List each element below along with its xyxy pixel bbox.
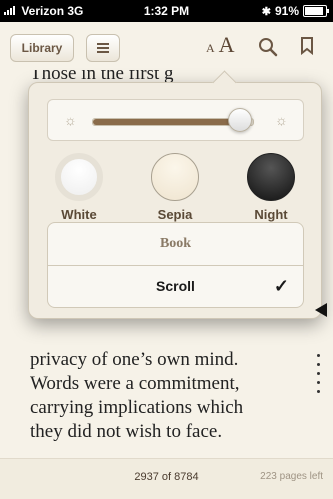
- theme-sepia-label: Sepia: [157, 207, 193, 222]
- book-text: privacy of one’s own mind. Words were a …: [30, 348, 243, 444]
- theme-white-swatch: [55, 153, 103, 201]
- theme-picker: White Sepia Night: [39, 153, 311, 222]
- battery-icon: [303, 5, 329, 17]
- brightness-slider-knob[interactable]: [228, 108, 253, 132]
- brightness-low-icon: ☼: [64, 112, 77, 128]
- search-icon[interactable]: [258, 37, 278, 57]
- status-bar: Verizon 3G 1:32 PM ✱ 91%: [0, 0, 333, 22]
- checkmark-icon: ✓: [273, 275, 289, 296]
- library-button[interactable]: Library: [10, 34, 74, 62]
- scroll-mode-option[interactable]: Scroll ✓: [48, 265, 303, 307]
- font-size-small-icon: A: [206, 41, 215, 55]
- book-mode-option[interactable]: Book: [48, 223, 303, 266]
- appearance-popover: ☼ ☼ White Sepia Night Book Scroll ✓: [28, 70, 322, 319]
- brightness-control: ☼ ☼: [47, 99, 304, 141]
- table-of-contents-button[interactable]: [86, 34, 120, 62]
- library-label: Library: [21, 41, 63, 55]
- pointer-arrow-icon: [315, 303, 327, 317]
- bookmark-icon[interactable]: [300, 37, 314, 55]
- theme-night[interactable]: Night: [231, 153, 311, 222]
- book-line: privacy of one’s own mind.: [30, 349, 239, 370]
- brightness-high-icon: ☼: [275, 112, 288, 128]
- brightness-fill: [93, 119, 241, 125]
- list-icon: [97, 43, 109, 53]
- font-settings-button[interactable]: A A: [206, 32, 235, 58]
- book-line: Words were a commitment,: [30, 373, 240, 394]
- book-line: carrying implications which: [30, 397, 244, 418]
- book-line: they did not wish to face.: [30, 421, 223, 442]
- scroll-indicator[interactable]: [317, 348, 323, 399]
- theme-white[interactable]: White: [39, 153, 119, 222]
- reading-mode-selector: Book Scroll ✓: [47, 222, 304, 308]
- status-right: ✱ 91%: [261, 4, 329, 18]
- theme-sepia[interactable]: Sepia: [135, 153, 215, 222]
- book-mode-label: Book: [159, 236, 192, 251]
- scroll-mode-label: Scroll: [156, 278, 195, 294]
- reader-toolbar: Library A A: [0, 22, 333, 70]
- theme-night-swatch: [247, 153, 295, 201]
- theme-night-label: Night: [254, 207, 288, 222]
- theme-white-label: White: [61, 207, 97, 222]
- battery-percent: 91%: [274, 4, 299, 18]
- theme-sepia-swatch: [151, 153, 199, 201]
- page-footer: 2937 of 8784 223 pages left: [0, 458, 333, 499]
- pages-left: 223 pages left: [260, 471, 323, 482]
- bluetooth-icon: ✱: [261, 5, 271, 18]
- font-size-large-icon: A: [218, 32, 235, 57]
